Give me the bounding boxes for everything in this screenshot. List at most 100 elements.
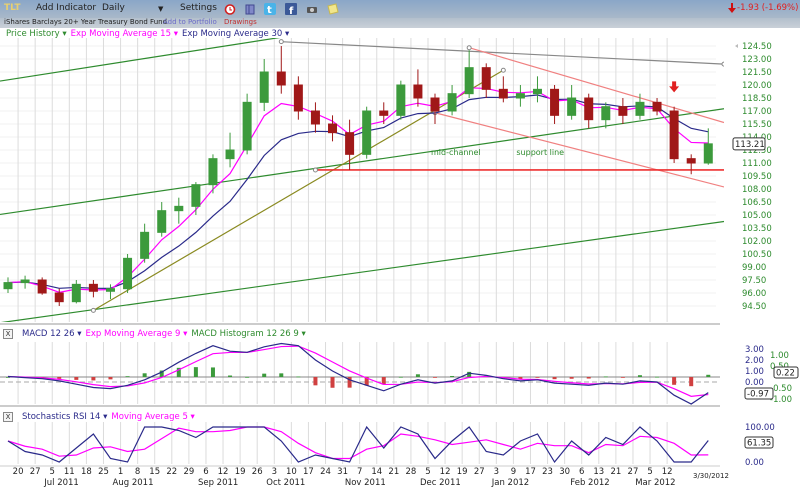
date-tick-label: 24 [320,467,331,477]
price-tick-label: 97.50 [742,276,766,286]
date-tick-label: 28 [406,467,417,477]
histogram-bar [245,376,250,378]
candle-body [618,106,628,116]
histogram-bar [398,376,403,378]
close-stoch-button[interactable]: X [3,412,13,422]
price-tick-label: 102.00 [742,237,772,247]
close-macd-button[interactable]: X [3,329,13,339]
price-tick-label: 108.00 [742,185,772,195]
candle-body [345,132,355,155]
candle-body [259,71,269,103]
legend-item[interactable]: Exp Moving Average 30 ▾ [182,29,289,39]
candle-body [174,205,184,212]
histogram-bar [296,376,301,378]
candle-body [464,67,474,95]
histogram-value: 0.22 [776,369,795,379]
price-legend: Price History ▾ Exp Moving Average 15 ▾ Ex… [6,29,293,39]
month-label: Mar 2012 [635,478,675,487]
histogram-bar [672,377,677,385]
macd-tick-label: 3.00 [745,345,764,355]
last-price-label: 113.21 [735,140,765,150]
candle-body [430,97,440,112]
price-tick-label: 109.50 [742,172,772,182]
legend-item[interactable]: Exp Moving Average 15 ▾ [71,29,178,39]
candle-body [379,110,389,116]
date-tick-label: 27 [30,467,41,477]
histogram-bar [91,377,96,381]
histogram-bar [706,374,711,377]
candle-body [225,149,235,160]
price-tick-label: 103.50 [742,224,772,234]
histogram-bar [125,376,130,378]
candle-body [20,279,30,284]
histogram-bar [433,377,437,378]
date-tick-label: 19 [235,467,246,477]
macd-line [7,342,709,405]
month-label: Dec 2011 [420,478,461,487]
stoch-value: 61.35 [747,439,771,449]
month-label: Sep 2011 [198,478,238,487]
histogram-bar [262,373,267,377]
date-tick-label: 25 [98,467,109,477]
date-tick-label: 11 [64,467,75,477]
date-tick-label: 5 [425,467,430,477]
legend-item[interactable]: MACD Histogram 12 26 9 ▾ [191,329,305,339]
candle-body [567,97,577,116]
candle-body [584,97,594,121]
candle-body [550,88,560,116]
histogram-bar [279,373,284,377]
candle-body [123,257,133,290]
stoch-tick-label: 100.00 [745,423,775,433]
histogram-bar [552,377,557,380]
red-arrow-icon [669,81,680,93]
month-label: Feb 2012 [570,478,609,487]
date-tick-label: 8 [135,467,140,477]
candle-body [140,231,150,259]
legend-item[interactable]: MACD 12 26 ▾ [22,329,81,339]
legend-item[interactable]: Exp Moving Average 9 ▾ [85,329,187,339]
stoch-ma-line [7,426,709,460]
histogram-bar [535,377,540,378]
legend-item[interactable]: Moving Average 5 ▾ [111,412,194,422]
anchor-handle [312,167,318,173]
grey-resistance-line [281,41,724,65]
candle-body [515,93,525,99]
price-tick-label: 111.00 [742,159,772,169]
price-tick-label: 100.50 [742,250,772,260]
macd-legend: MACD 12 26 ▾ Exp Moving Average 9 ▾ MACD H… [22,329,310,339]
anchor-handle [721,61,724,67]
date-tick-label: 3 [494,467,499,477]
histogram-bar [74,377,79,380]
date-tick-label: 30 [559,467,570,477]
candle-body [242,101,252,151]
macd-signal-line [7,345,709,397]
candle-body [191,184,201,207]
price-tick-label: 106.50 [742,198,772,208]
candle-body [669,110,679,160]
price-tick-label: 115.50 [742,120,772,130]
legend-item[interactable]: Stochastics RSI 14 ▾ [22,412,107,422]
stoch-rsi-line [7,425,709,464]
candle-body [105,288,115,292]
date-tick-label: 12 [218,467,229,477]
candle-body [703,143,713,164]
histogram-bar [450,375,455,377]
date-tick-label: 19 [457,467,468,477]
date-tick-label: 26 [252,467,263,477]
month-label: Jan 2012 [491,478,529,487]
legend-item[interactable]: Price History ▾ [6,29,67,39]
histogram-bar [689,377,694,387]
date-tick-label: 5 [647,467,652,477]
candle-body [447,93,457,112]
month-label: Nov 2011 [345,478,386,487]
price-tick-label: 94.50 [742,302,766,312]
candle-body [601,106,611,121]
date-tick-label: 6 [203,467,208,477]
candle-body [37,279,47,294]
histogram-bar [637,375,642,377]
histogram-bar [108,377,113,380]
date-tick-label: 27 [628,467,639,477]
end-date-label: 3/30/2012 [693,472,729,480]
histogram-bar [57,377,62,379]
anchor-handle [466,45,472,51]
